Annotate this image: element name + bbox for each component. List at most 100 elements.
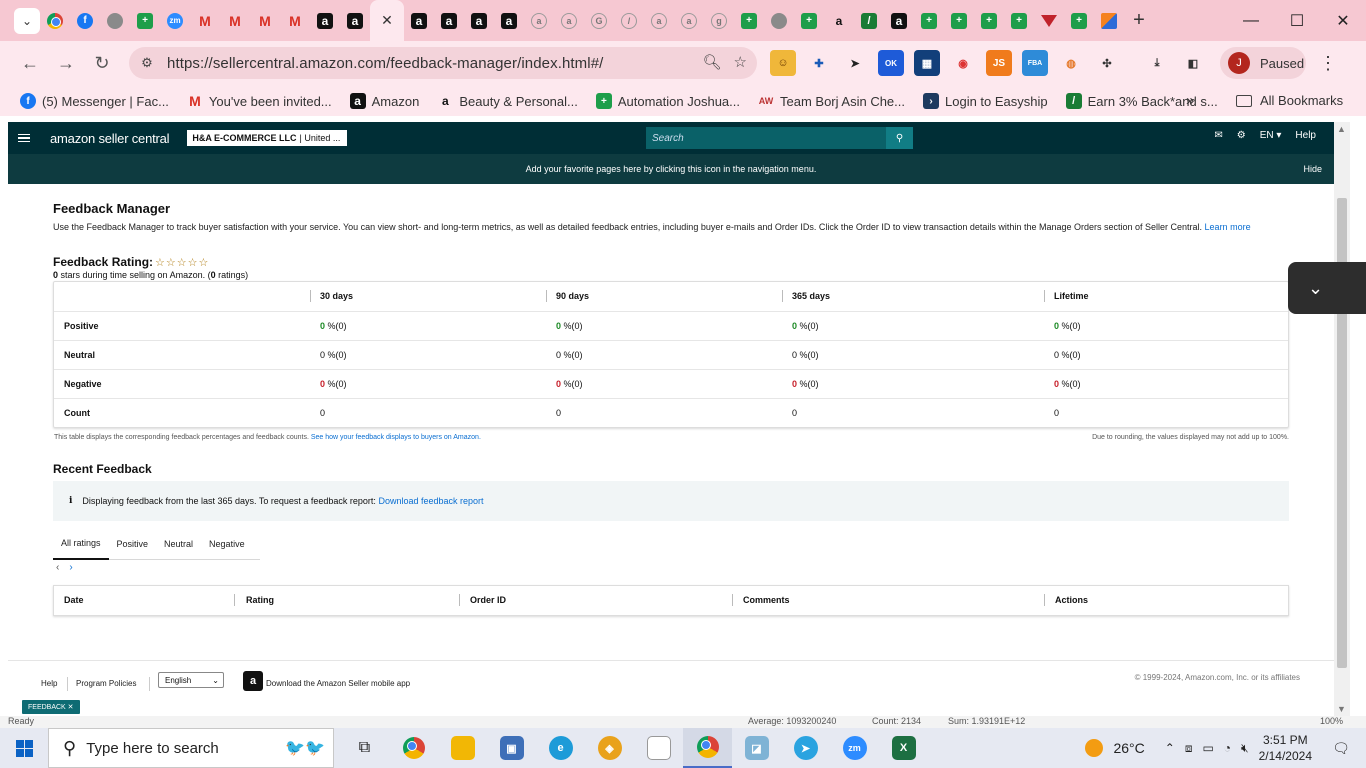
footer-help-link[interactable]: Help — [41, 679, 57, 688]
vpn-icon[interactable]: ◈ — [585, 728, 634, 768]
profile-button[interactable]: J Paused — [1220, 47, 1306, 79]
tab-all-ratings[interactable]: All ratings — [53, 529, 109, 560]
tab-search-button[interactable]: ⌄ — [14, 7, 40, 34]
download-report-link[interactable]: Download feedback report — [378, 496, 483, 506]
tab[interactable]: a — [340, 6, 370, 36]
tab[interactable]: a — [884, 6, 914, 36]
gear-icon[interactable]: ⚙ — [1237, 130, 1246, 141]
notifications-icon[interactable]: 🗨︎ — [1328, 737, 1354, 759]
back-icon[interactable]: ← — [12, 46, 48, 82]
scroll-down-icon[interactable]: ▼ — [1337, 704, 1346, 714]
notepad-icon[interactable] — [634, 728, 683, 768]
tab[interactable]: a — [404, 6, 434, 36]
bookmark-item[interactable]: a Amazon — [349, 93, 419, 109]
extensions-puzzle-icon[interactable]: ✣ — [1094, 50, 1120, 76]
extension-icon[interactable]: FBA — [1022, 50, 1048, 76]
tab[interactable]: / — [614, 6, 644, 36]
menu-icon[interactable] — [18, 133, 30, 143]
floating-collapse-button[interactable]: ⌄ — [1288, 262, 1366, 314]
tab[interactable]: M — [190, 6, 220, 36]
learn-more-link[interactable]: Learn more — [1205, 222, 1251, 232]
tab-negative[interactable]: Negative — [201, 529, 253, 560]
tab[interactable]: + — [944, 6, 974, 36]
task-view-icon[interactable]: ⧉ — [340, 728, 389, 768]
close-window-icon[interactable]: ✕ — [1320, 0, 1366, 41]
paint-icon[interactable]: ◪ — [732, 728, 781, 768]
tab[interactable]: a — [524, 6, 554, 36]
file-explorer-icon[interactable] — [438, 728, 487, 768]
battery-icon[interactable]: ▭ — [1202, 741, 1213, 755]
bookmark-item[interactable]: AW Team Borj Asin Che... — [758, 93, 905, 109]
feedback-badge[interactable]: FEEDBACK ✕ — [22, 700, 80, 714]
tab[interactable]: G — [584, 6, 614, 36]
meet-now-icon[interactable]: ⧈ — [1185, 741, 1193, 756]
tab-positive[interactable]: Positive — [109, 529, 157, 560]
excel-icon[interactable]: X — [879, 728, 928, 768]
volume-icon[interactable]: 🔇︎ — [1241, 741, 1249, 756]
extension-icon[interactable]: JS — [986, 50, 1012, 76]
language-select[interactable]: English ⌄ — [158, 672, 224, 688]
extension-icon[interactable]: ◍ — [1058, 50, 1084, 76]
site-info-icon[interactable]: ⚙ — [131, 55, 163, 71]
tab[interactable]: g — [704, 6, 734, 36]
windows-start-icon[interactable] — [0, 728, 48, 768]
tab[interactable]: + — [974, 6, 1004, 36]
tab[interactable]: + — [130, 6, 160, 36]
bookmark-item[interactable]: a Beauty & Personal... — [437, 93, 578, 109]
telegram-icon[interactable]: ➤ — [781, 728, 830, 768]
weather-widget[interactable]: 26°C — [1085, 739, 1145, 757]
tab[interactable]: M — [220, 6, 250, 36]
browser-menu-icon[interactable]: ⋮ — [1316, 51, 1340, 75]
remote-desktop-icon[interactable]: ▣ — [487, 728, 536, 768]
tab[interactable]: / — [854, 6, 884, 36]
prev-page-icon[interactable]: ‹ — [56, 562, 59, 573]
extension-icon[interactable]: ▦ — [914, 50, 940, 76]
bookmark-item[interactable]: › Login to Easyship — [923, 93, 1048, 109]
taskbar-search-input[interactable]: ⚲ Type here to search 🐦🐦 — [48, 728, 334, 768]
language-selector[interactable]: EN ▾ — [1260, 130, 1282, 141]
tab[interactable]: a — [824, 6, 854, 36]
buyer-display-link[interactable]: See how your feedback displays to buyers… — [311, 434, 481, 441]
hide-banner-button[interactable]: Hide — [1303, 164, 1322, 174]
mail-icon[interactable]: ✉ — [1214, 130, 1222, 141]
edge-icon[interactable]: e — [536, 728, 585, 768]
wifi-icon[interactable]: ◔ — [1224, 741, 1231, 755]
url-text[interactable]: https://sellercentral.amazon.com/feedbac… — [167, 55, 603, 72]
reload-icon[interactable]: ↻ — [84, 46, 120, 82]
more-bookmarks-icon[interactable]: » — [1186, 92, 1194, 109]
tab[interactable]: M — [250, 6, 280, 36]
tab[interactable] — [1034, 6, 1064, 36]
extension-icon[interactable]: OK — [878, 50, 904, 76]
zoom-icon[interactable]: 🔍︎ — [703, 53, 722, 71]
zoom-taskbar-icon[interactable]: zm — [830, 728, 879, 768]
clock[interactable]: 3:51 PM 2/14/2024 — [1259, 732, 1312, 764]
bookmark-star-icon[interactable]: ☆ — [734, 53, 747, 71]
tab[interactable] — [100, 6, 130, 36]
all-bookmarks-button[interactable]: All Bookmarks — [1236, 93, 1343, 108]
bookmark-item[interactable]: / Earn 3% Back*and s... — [1065, 93, 1218, 109]
address-bar[interactable]: ⚙ https://sellercentral.amazon.com/feedb… — [129, 47, 757, 79]
bookmark-item[interactable]: + Automation Joshua... — [595, 93, 740, 109]
tab[interactable]: a — [644, 6, 674, 36]
tab[interactable]: + — [1064, 6, 1094, 36]
tab[interactable] — [764, 6, 794, 36]
tab[interactable]: f — [70, 6, 100, 36]
tab[interactable]: a — [434, 6, 464, 36]
program-policies-link[interactable]: Program Policies — [76, 679, 136, 688]
new-tab-button[interactable]: + — [1124, 9, 1154, 32]
forward-icon[interactable]: → — [48, 46, 84, 82]
search-icon[interactable]: ⚲ — [886, 127, 913, 149]
minimize-icon[interactable]: — — [1228, 0, 1274, 41]
chrome-taskbar-icon[interactable] — [389, 728, 438, 768]
bookmark-item[interactable]: M You've been invited... — [187, 93, 332, 109]
extension-icon[interactable]: ☺ — [770, 50, 796, 76]
help-link[interactable]: Help — [1295, 130, 1316, 141]
tab[interactable]: + — [734, 6, 764, 36]
tab[interactable]: M — [280, 6, 310, 36]
tab-neutral[interactable]: Neutral — [156, 529, 201, 560]
scroll-up-icon[interactable]: ▲ — [1337, 124, 1346, 134]
tray-expand-icon[interactable]: ⌃ — [1165, 741, 1175, 755]
tab[interactable]: a — [464, 6, 494, 36]
tab[interactable]: a — [494, 6, 524, 36]
next-page-icon[interactable]: › — [69, 562, 72, 573]
